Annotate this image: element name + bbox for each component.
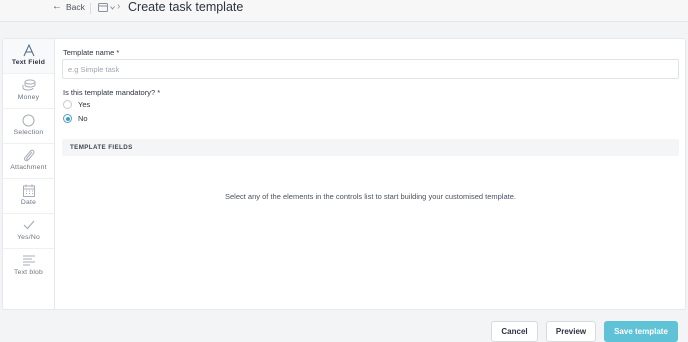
empty-state-message: Select any of the elements in the contro…	[225, 192, 516, 201]
controls-sidebar: Text Field Money Selection Attachment Da…	[3, 39, 55, 309]
back-button[interactable]: ← Back	[52, 1, 85, 13]
radio-button-yes[interactable]	[63, 100, 72, 109]
sidebar-item-label: Yes/No	[17, 234, 40, 241]
template-editor-card: Text Field Money Selection Attachment Da…	[2, 38, 686, 310]
money-icon	[22, 78, 36, 92]
text-field-icon	[22, 43, 36, 57]
preview-button[interactable]: Preview	[546, 321, 596, 342]
sidebar-item-text-blob[interactable]: Text blob	[3, 249, 54, 284]
radio-label-no: No	[78, 114, 88, 123]
calendar-icon	[22, 183, 36, 197]
sidebar-item-date[interactable]: Date	[3, 179, 54, 214]
sidebar-item-selection[interactable]: Selection	[3, 109, 54, 144]
sidebar-item-label: Text Field	[11, 59, 46, 66]
template-name-input[interactable]	[62, 59, 679, 79]
text-blob-icon	[22, 253, 36, 267]
save-template-button[interactable]: Save template	[604, 321, 678, 342]
mandatory-option-no[interactable]: No	[63, 114, 88, 123]
chevron-right-icon: ›	[117, 1, 121, 12]
chevron-down-icon	[110, 5, 115, 10]
arrow-left-icon: ←	[52, 1, 62, 12]
footer-actions: Cancel Preview Save template	[0, 312, 688, 342]
check-icon	[22, 218, 36, 232]
radio-button-no[interactable]	[63, 114, 72, 123]
sidebar-item-label: Date	[20, 199, 37, 206]
section-title: TEMPLATE FIELDS	[70, 144, 133, 151]
sidebar-item-label: Text blob	[13, 269, 43, 276]
sidebar-item-yes-no[interactable]: Yes/No	[3, 214, 54, 249]
selection-icon	[22, 113, 36, 127]
divider	[90, 3, 91, 14]
back-label: Back	[66, 2, 85, 12]
mandatory-option-yes[interactable]: Yes	[63, 100, 90, 109]
mandatory-question-label: Is this template mandatory? *	[63, 88, 161, 97]
sidebar-item-label: Attachment	[10, 164, 47, 171]
radio-label-yes: Yes	[78, 100, 91, 109]
template-name-label: Template name *	[63, 48, 120, 57]
template-fields-header: TEMPLATE FIELDS	[62, 139, 679, 156]
top-bar: ← Back › Create task template	[0, 0, 688, 22]
sidebar-item-label: Selection	[13, 129, 44, 136]
sidebar-item-money[interactable]: Money	[3, 74, 54, 109]
template-switch-icon[interactable]	[98, 3, 115, 12]
sidebar-item-label: Money	[17, 94, 40, 101]
sidebar-item-text-field[interactable]: Text Field	[3, 39, 54, 74]
cancel-button[interactable]: Cancel	[491, 321, 538, 342]
sidebar-item-attachment[interactable]: Attachment	[3, 144, 54, 179]
page-title: Create task template	[128, 0, 244, 14]
attachment-icon	[22, 148, 36, 162]
